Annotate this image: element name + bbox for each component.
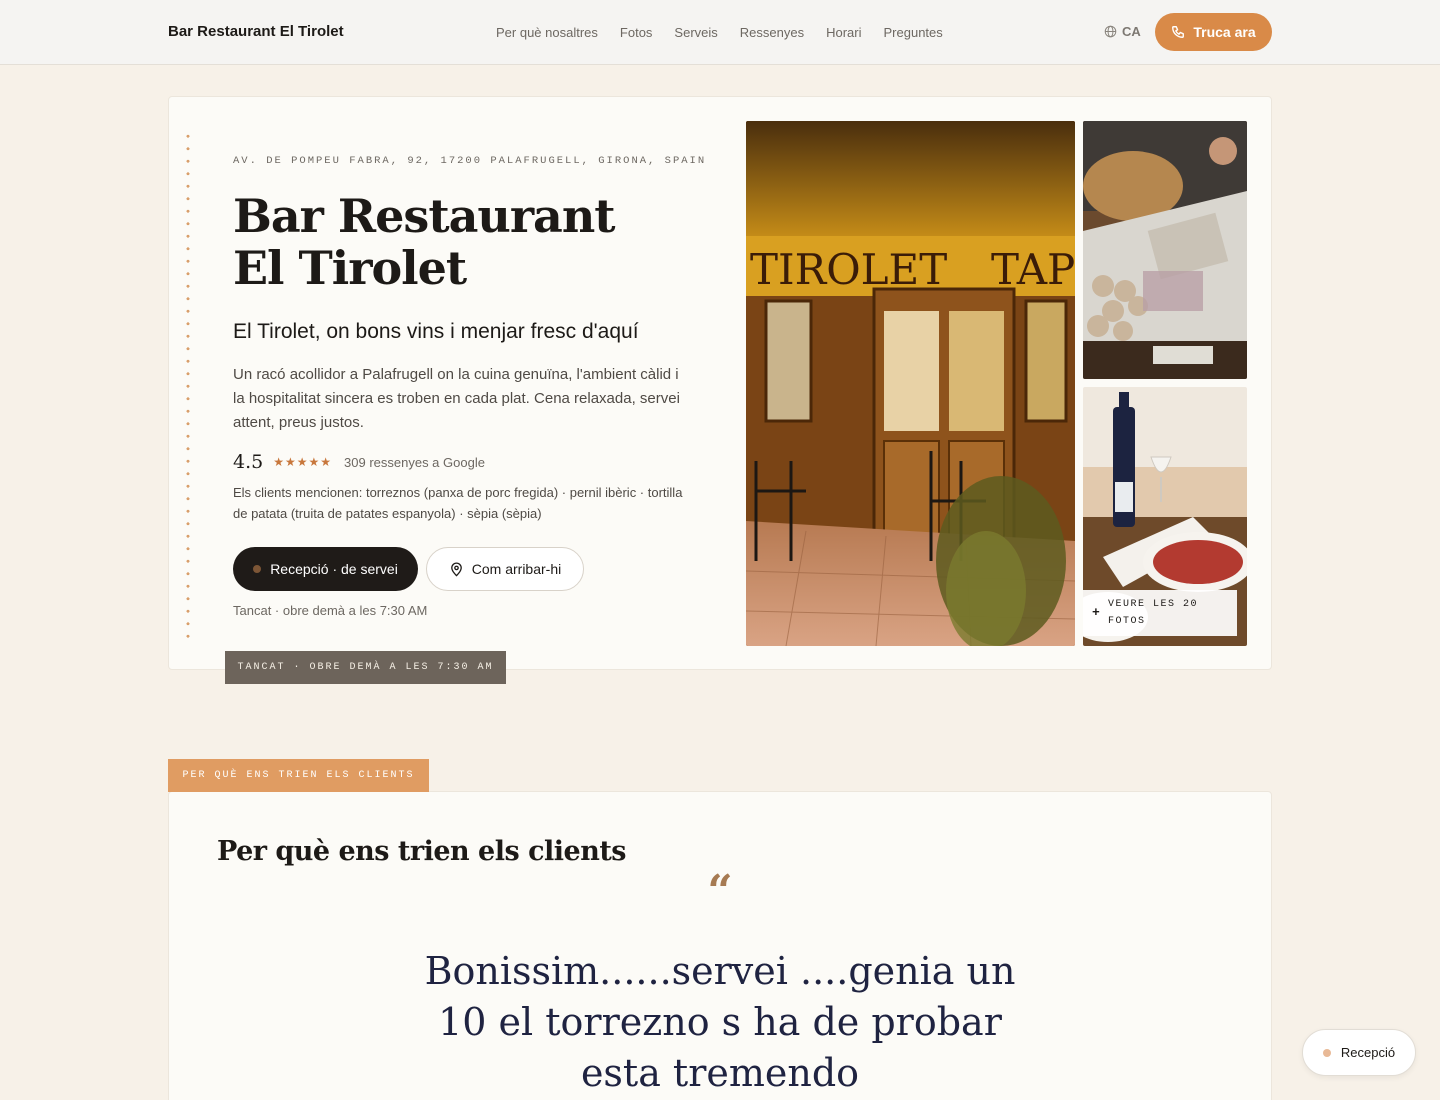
section-tag: PER QUÈ ENS TRIEN ELS CLIENTS — [168, 759, 429, 792]
reception-floating-label: Recepció — [1340, 1045, 1396, 1060]
see-all-photos-label: VEURE LES 20 FOTOS — [1108, 599, 1199, 627]
testimonial-quote: Bonissim......servei ....genia un 10 el … — [424, 949, 1016, 1095]
rating-value: 4.5 — [233, 451, 264, 473]
food-counter-photo[interactable] — [1083, 121, 1247, 379]
status-badge: TANCAT · OBRE DEMÀ A LES 7:30 AM — [225, 651, 506, 684]
nav-link-reviews[interactable]: Ressenyes — [740, 25, 804, 40]
nav-link-hours[interactable]: Horari — [826, 25, 861, 40]
globe-icon — [1104, 25, 1117, 38]
quote-icon: “ — [707, 866, 733, 917]
directions-button-label: Com arribar-hi — [471, 561, 562, 577]
top-nav: Bar Restaurant El Tirolet Per què nosalt… — [0, 0, 1440, 65]
brand-name[interactable]: Bar Restaurant El Tirolet — [168, 23, 344, 40]
food-counter-image — [1083, 121, 1247, 379]
page-title: Bar Restaurant El Tirolet — [233, 189, 616, 295]
call-now-button[interactable]: Truca ara — [1155, 13, 1272, 51]
phone-icon — [1172, 26, 1185, 38]
nav-link-why[interactable]: Per què nosaltres — [496, 25, 598, 40]
reception-button-label: Recepció · de servei — [270, 561, 398, 577]
review-count[interactable]: 309 ressenyes a Google — [344, 455, 485, 470]
restaurant-facade-photo[interactable]: TIROLET TAP — [746, 121, 1075, 646]
reception-floating-button[interactable]: Recepció — [1302, 1029, 1416, 1076]
map-pin-icon — [450, 562, 462, 576]
description: Un racó acollidor a Palafrugell on la cu… — [233, 366, 680, 431]
directions-button[interactable]: Com arribar-hi — [426, 547, 584, 591]
call-now-label: Truca ara — [1193, 24, 1256, 40]
customer-mentions: Els clients mencionen: torreznos (panxa … — [233, 485, 683, 521]
status-dot-icon — [1322, 1048, 1331, 1057]
reception-button[interactable]: Recepció · de servei — [233, 547, 418, 591]
language-code: CA — [1122, 24, 1141, 39]
svg-text:TAP: TAP — [991, 245, 1075, 294]
facade-image: TIROLET TAP — [746, 121, 1075, 646]
language-switcher[interactable]: CA — [1104, 24, 1141, 39]
nav-link-faq[interactable]: Preguntes — [884, 25, 943, 40]
rating-row: 4.5 ★★★★★ 309 ressenyes a Google — [233, 451, 485, 473]
nav-link-services[interactable]: Serveis — [674, 25, 717, 40]
plus-icon: + — [1092, 605, 1102, 620]
svg-text:TIROLET: TIROLET — [750, 245, 947, 294]
star-rating-icon: ★★★★★ — [273, 455, 333, 469]
dotted-divider — [186, 130, 190, 640]
tagline: El Tirolet, on bons vins i menjar fresc … — [233, 320, 639, 343]
nav-link-photos[interactable]: Fotos — [620, 25, 653, 40]
nav-links: Per què nosaltres Fotos Serveis Ressenye… — [496, 25, 965, 40]
opening-status: Tancat · obre demà a les 7:30 AM — [233, 603, 428, 618]
section-title: Per què ens trien els clients — [217, 836, 627, 867]
see-all-photos-button[interactable]: + VEURE LES 20 FOTOS — [1083, 590, 1237, 636]
address: AV. DE POMPEU FABRA, 92, 17200 PALAFRUGE… — [233, 155, 707, 167]
status-dot-icon — [253, 565, 262, 573]
